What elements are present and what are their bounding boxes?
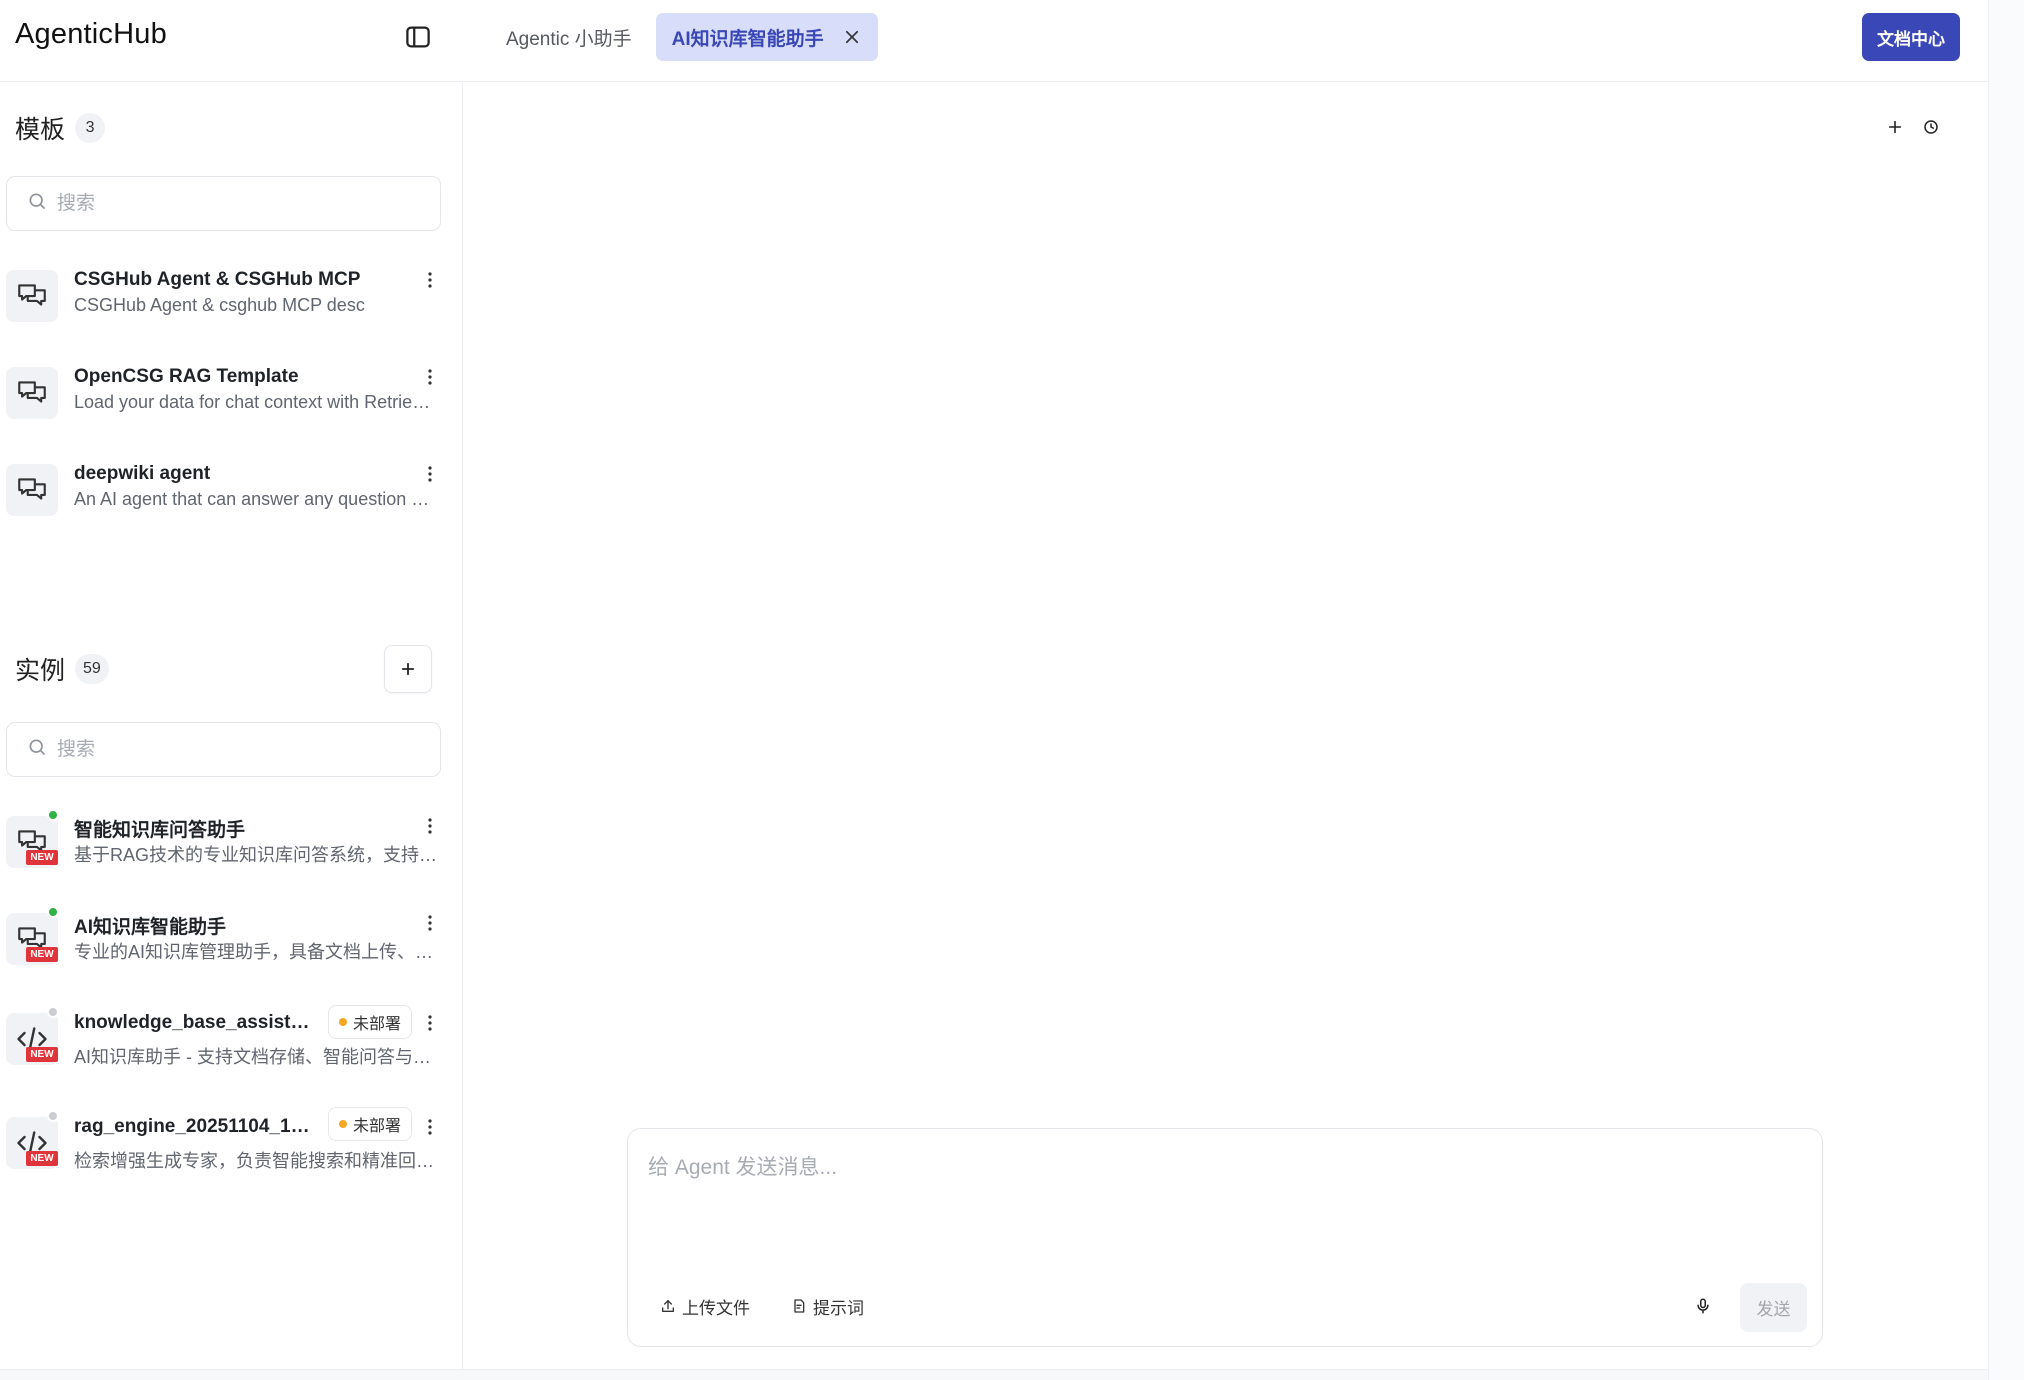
more-vertical-icon[interactable]	[418, 462, 442, 486]
search-icon	[27, 191, 47, 216]
instances-header: 实例 59	[15, 651, 109, 687]
prompt-label: 提示词	[813, 1298, 864, 1318]
more-vertical-icon[interactable]	[418, 268, 442, 292]
template-desc: An AI agent that can answer any question…	[74, 489, 438, 509]
instances-search-input[interactable]	[57, 738, 417, 761]
undeployed-badge: 未部署	[328, 1107, 413, 1141]
template-title: CSGHub Agent & CSGHub MCP	[74, 269, 361, 290]
instance-item[interactable]: NEW knowledge_base_assistant 未部署 AI知识库助手…	[0, 1003, 450, 1085]
status-dot-running	[47, 906, 59, 918]
prompt-doc-icon	[794, 1299, 805, 1313]
deploy-status-label: 未部署	[353, 1016, 402, 1033]
more-vertical-icon[interactable]	[418, 1115, 442, 1139]
instance-title: rag_engine_20251104_1030	[74, 1116, 314, 1137]
templates-title: 模板	[15, 116, 66, 144]
more-vertical-icon[interactable]	[418, 365, 442, 389]
templates-count-badge: 3	[75, 113, 106, 143]
send-button[interactable]: 发送	[1740, 1283, 1807, 1332]
tab-label: AI知识库智能助手	[671, 28, 824, 50]
new-tag: NEW	[26, 1151, 58, 1166]
tab-agentic-assistant[interactable]: Agentic 小助手	[490, 13, 648, 61]
instance-desc: 专业的AI知识库管理助手，具备文档上传、检索与问答能力	[74, 942, 438, 962]
warning-dot	[339, 1018, 347, 1026]
chat-bubbles-icon	[6, 270, 58, 322]
status-dot-stopped	[47, 1110, 59, 1122]
chat-bubbles-icon	[6, 367, 58, 419]
warning-dot	[339, 1120, 347, 1128]
tab-label: Agentic 小助手	[506, 28, 632, 50]
new-tag: NEW	[26, 947, 58, 962]
template-item[interactable]: CSGHub Agent & CSGHub MCP CSGHub Agent &…	[0, 260, 450, 342]
close-icon[interactable]	[842, 27, 862, 47]
template-title: deepwiki agent	[74, 463, 211, 484]
tab-ai-knowledge-assistant[interactable]: AI知识库智能助手	[655, 13, 878, 61]
templates-search-input[interactable]	[57, 192, 417, 215]
plus-icon	[401, 662, 415, 676]
more-vertical-icon[interactable]	[418, 911, 442, 935]
instance-item[interactable]: NEW AI知识库智能助手 专业的AI知识库管理助手，具备文档上传、检索与问答能…	[0, 903, 450, 985]
instance-desc: 基于RAG技术的专业知识库问答系统，支持多种文档格式	[74, 845, 438, 865]
bottom-strip	[0, 1369, 1988, 1380]
deploy-status-label: 未部署	[353, 1118, 402, 1135]
upload-icon	[662, 1300, 674, 1312]
message-composer: 上传文件 提示词 发送	[627, 1128, 1823, 1347]
instance-item[interactable]: NEW rag_engine_20251104_1030 未部署 检索增强生成专…	[0, 1107, 450, 1189]
more-vertical-icon[interactable]	[418, 814, 442, 838]
instance-desc: 检索增强生成专家，负责智能搜索和精准回答用户问题	[74, 1151, 438, 1171]
instances-count-badge: 59	[75, 654, 109, 684]
window-right-edge	[1988, 0, 2024, 1380]
templates-search[interactable]	[6, 176, 441, 231]
instance-desc: AI知识库助手 - 支持文档存储、智能问答与知识管理	[74, 1047, 438, 1067]
search-icon	[27, 737, 47, 762]
new-tag: NEW	[26, 850, 58, 865]
prompt-button[interactable]: 提示词	[791, 1289, 864, 1323]
instances-search[interactable]	[6, 722, 441, 777]
chat-main: 上传文件 提示词 发送	[464, 83, 1988, 1369]
instances-title: 实例	[15, 657, 66, 685]
chat-bubbles-icon	[6, 464, 58, 516]
more-vertical-icon[interactable]	[418, 1011, 442, 1035]
sidebar: 模板 3 CSGHub Agent & CSGHub MCP CSGHub Ag…	[0, 83, 463, 1369]
templates-header: 模板 3	[15, 110, 106, 146]
sidebar-toggle-icon[interactable]	[403, 22, 433, 52]
message-input[interactable]	[648, 1151, 1798, 1251]
status-dot-running	[47, 809, 59, 821]
app-brand: AgenticHub	[15, 18, 167, 50]
upload-file-button[interactable]: 上传文件	[660, 1289, 750, 1323]
tab-bar: Agentic 小助手 AI知识库智能助手	[490, 13, 878, 61]
instance-title: 智能知识库问答助手	[74, 820, 246, 841]
instance-title: knowledge_base_assistant	[74, 1012, 314, 1033]
status-dot-stopped	[47, 1006, 59, 1018]
undeployed-badge: 未部署	[328, 1005, 413, 1039]
history-icon[interactable]	[1917, 113, 1945, 141]
upload-file-label: 上传文件	[682, 1298, 750, 1318]
template-title: OpenCSG RAG Template	[74, 366, 299, 387]
template-item[interactable]: OpenCSG RAG Template Load your data for …	[0, 357, 450, 439]
microphone-icon[interactable]	[1688, 1291, 1718, 1321]
docs-center-button[interactable]: 文档中心	[1862, 13, 1960, 61]
new-chat-plus-icon[interactable]	[1881, 113, 1909, 141]
instance-title: AI知识库智能助手	[74, 917, 227, 938]
instance-item[interactable]: NEW 智能知识库问答助手 基于RAG技术的专业知识库问答系统，支持多种文档格式	[0, 806, 450, 888]
template-item[interactable]: deepwiki agent An AI agent that can answ…	[0, 454, 450, 536]
top-header: AgenticHub Agentic 小助手 AI知识库智能助手 文档中心	[0, 0, 1988, 82]
template-desc: CSGHub Agent & csghub MCP desc	[74, 295, 365, 315]
new-tag: NEW	[26, 1047, 58, 1062]
add-instance-button[interactable]	[384, 645, 432, 693]
template-desc: Load your data for chat context with Ret…	[74, 392, 438, 412]
